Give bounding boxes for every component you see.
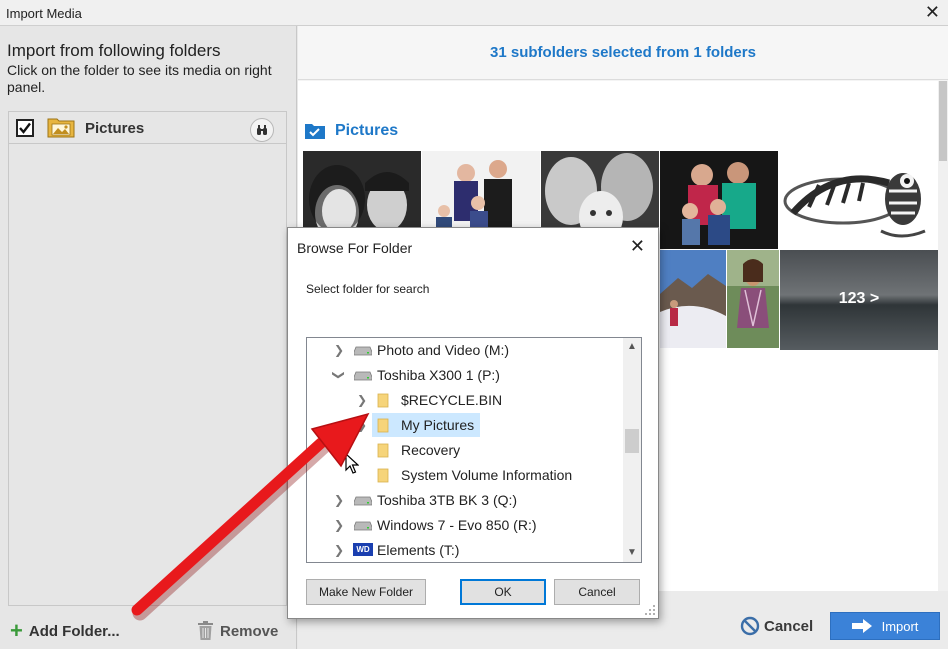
folder-icon (377, 418, 389, 433)
scroll-up-icon[interactable]: ▲ (623, 338, 641, 356)
blue-folder-check-icon (305, 124, 325, 139)
binoculars-icon (257, 125, 267, 135)
panel-instructions: Click on the folder to see its media on … (7, 62, 272, 95)
add-folder-button[interactable]: + Add Folder... (10, 619, 120, 643)
photo-thumbnail[interactable] (660, 151, 778, 249)
media-scrollbar[interactable] (938, 81, 948, 591)
folder-panel: Import from following folders Click on t… (0, 26, 297, 649)
photo-thumbnail[interactable] (660, 250, 726, 348)
add-folder-label: Add Folder... (28, 622, 120, 640)
media-scrollbar-thumb[interactable] (939, 81, 947, 161)
mouse-cursor-icon (345, 453, 359, 474)
chevron-down-icon[interactable]: ❯ (332, 369, 346, 381)
tree-item-folder-selected[interactable]: ❯ My Pictures (307, 414, 623, 436)
tree-item-label: Toshiba X300 1 (P:) (377, 367, 500, 383)
drive-icon (354, 496, 372, 506)
dialog-title: Browse For Folder (297, 240, 413, 256)
window-close-icon[interactable]: ✕ (925, 2, 940, 22)
cancel-import-button[interactable]: Cancel (740, 616, 813, 636)
gallery-folder-header[interactable]: Pictures (304, 122, 398, 140)
tree-item-label: My Pictures (401, 417, 475, 433)
chevron-right-icon[interactable]: ❯ (356, 393, 368, 407)
more-photos-label: 123 > (838, 290, 880, 307)
dialog-instruction: Select folder for search (306, 282, 430, 296)
tree-item-label: Windows 7 - Evo 850 (R:) (377, 517, 537, 533)
tree-item-drive[interactable]: ❯ Windows 7 - Evo 850 (R:) (307, 514, 623, 536)
folder-list: Pictures (8, 111, 287, 606)
tree-item-drive[interactable]: ❯ Toshiba X300 1 (P:) (307, 364, 623, 386)
remove-label: Remove (220, 622, 279, 640)
gallery-folder-name: Pictures (335, 122, 399, 139)
cancel-circle-icon (740, 616, 760, 636)
plus-icon: + (10, 618, 23, 643)
tree-item-label: Elements (T:) (377, 542, 460, 558)
drive-icon (354, 521, 372, 531)
drive-icon (354, 346, 372, 356)
tree-scrollbar-thumb[interactable] (625, 429, 639, 453)
chevron-right-icon[interactable]: ❯ (356, 418, 368, 432)
photo-thumbnail[interactable] (727, 250, 779, 348)
dialog-close-icon[interactable]: ✕ (630, 236, 645, 257)
selection-summary: 31 subfolders selected from 1 folders (490, 44, 756, 61)
folder-icon (377, 393, 389, 408)
trash-icon (198, 621, 213, 640)
folder-name: Pictures (85, 120, 145, 137)
remove-button[interactable]: Remove (197, 619, 278, 643)
scroll-down-icon[interactable]: ▼ (623, 544, 641, 562)
tree-item-label: $RECYCLE.BIN (401, 392, 503, 408)
chevron-right-icon[interactable]: ❯ (333, 493, 345, 507)
tree-item-label: Toshiba 3TB BK 3 (Q:) (377, 492, 518, 508)
pictures-folder-icon (47, 118, 75, 138)
drive-icon (354, 371, 372, 381)
tree-item-drive[interactable]: ❯ Toshiba 3TB BK 3 (Q:) (307, 489, 623, 511)
chevron-right-icon[interactable]: ❯ (333, 343, 345, 357)
import-label: Import (881, 618, 919, 634)
tree-item-label: System Volume Information (401, 467, 573, 483)
folder-row-pictures[interactable]: Pictures (9, 112, 286, 144)
checkmark-icon (19, 122, 31, 134)
window-title: Import Media (6, 6, 82, 21)
more-photos-tile[interactable]: 123 > (780, 250, 938, 350)
chevron-right-icon[interactable]: ❯ (333, 518, 345, 532)
import-button[interactable]: Import (830, 612, 940, 640)
dialog-cancel-button[interactable]: Cancel (554, 579, 640, 605)
window-title-bar: Import Media ✕ (0, 0, 948, 26)
tree-item-folder[interactable]: ❯ $RECYCLE.BIN (307, 389, 623, 411)
folder-tree[interactable]: ❯ Photo and Video (M:) ❯ Toshiba X300 1 … (306, 337, 642, 563)
tree-item-label: Photo and Video (M:) (377, 342, 510, 358)
cancel-import-label: Cancel (764, 617, 814, 635)
folder-icon (377, 468, 389, 483)
arrow-right-icon (851, 619, 872, 633)
tree-scrollbar[interactable]: ▲ ▼ (623, 338, 641, 562)
make-new-folder-button[interactable]: Make New Folder (306, 579, 426, 605)
tree-item-drive[interactable]: ❯ WD Elements (T:) (307, 539, 623, 561)
logo-thumbnail[interactable] (779, 151, 937, 249)
wd-drive-icon: WD (353, 543, 373, 556)
folder-checkbox[interactable] (16, 119, 34, 137)
resize-grip-icon[interactable] (645, 605, 655, 615)
tree-item-label: Recovery (401, 442, 461, 458)
media-panel-header: 31 subfolders selected from 1 folders (298, 26, 948, 80)
tree-item-drive[interactable]: ❯ Photo and Video (M:) (307, 339, 623, 361)
ok-button[interactable]: OK (460, 579, 546, 605)
browse-folder-dialog: Browse For Folder ✕ Select folder for se… (287, 227, 659, 619)
folder-icon (377, 443, 389, 458)
chevron-right-icon[interactable]: ❯ (333, 543, 345, 557)
binoculars-button[interactable] (250, 118, 274, 142)
panel-heading: Import from following folders (7, 41, 221, 60)
